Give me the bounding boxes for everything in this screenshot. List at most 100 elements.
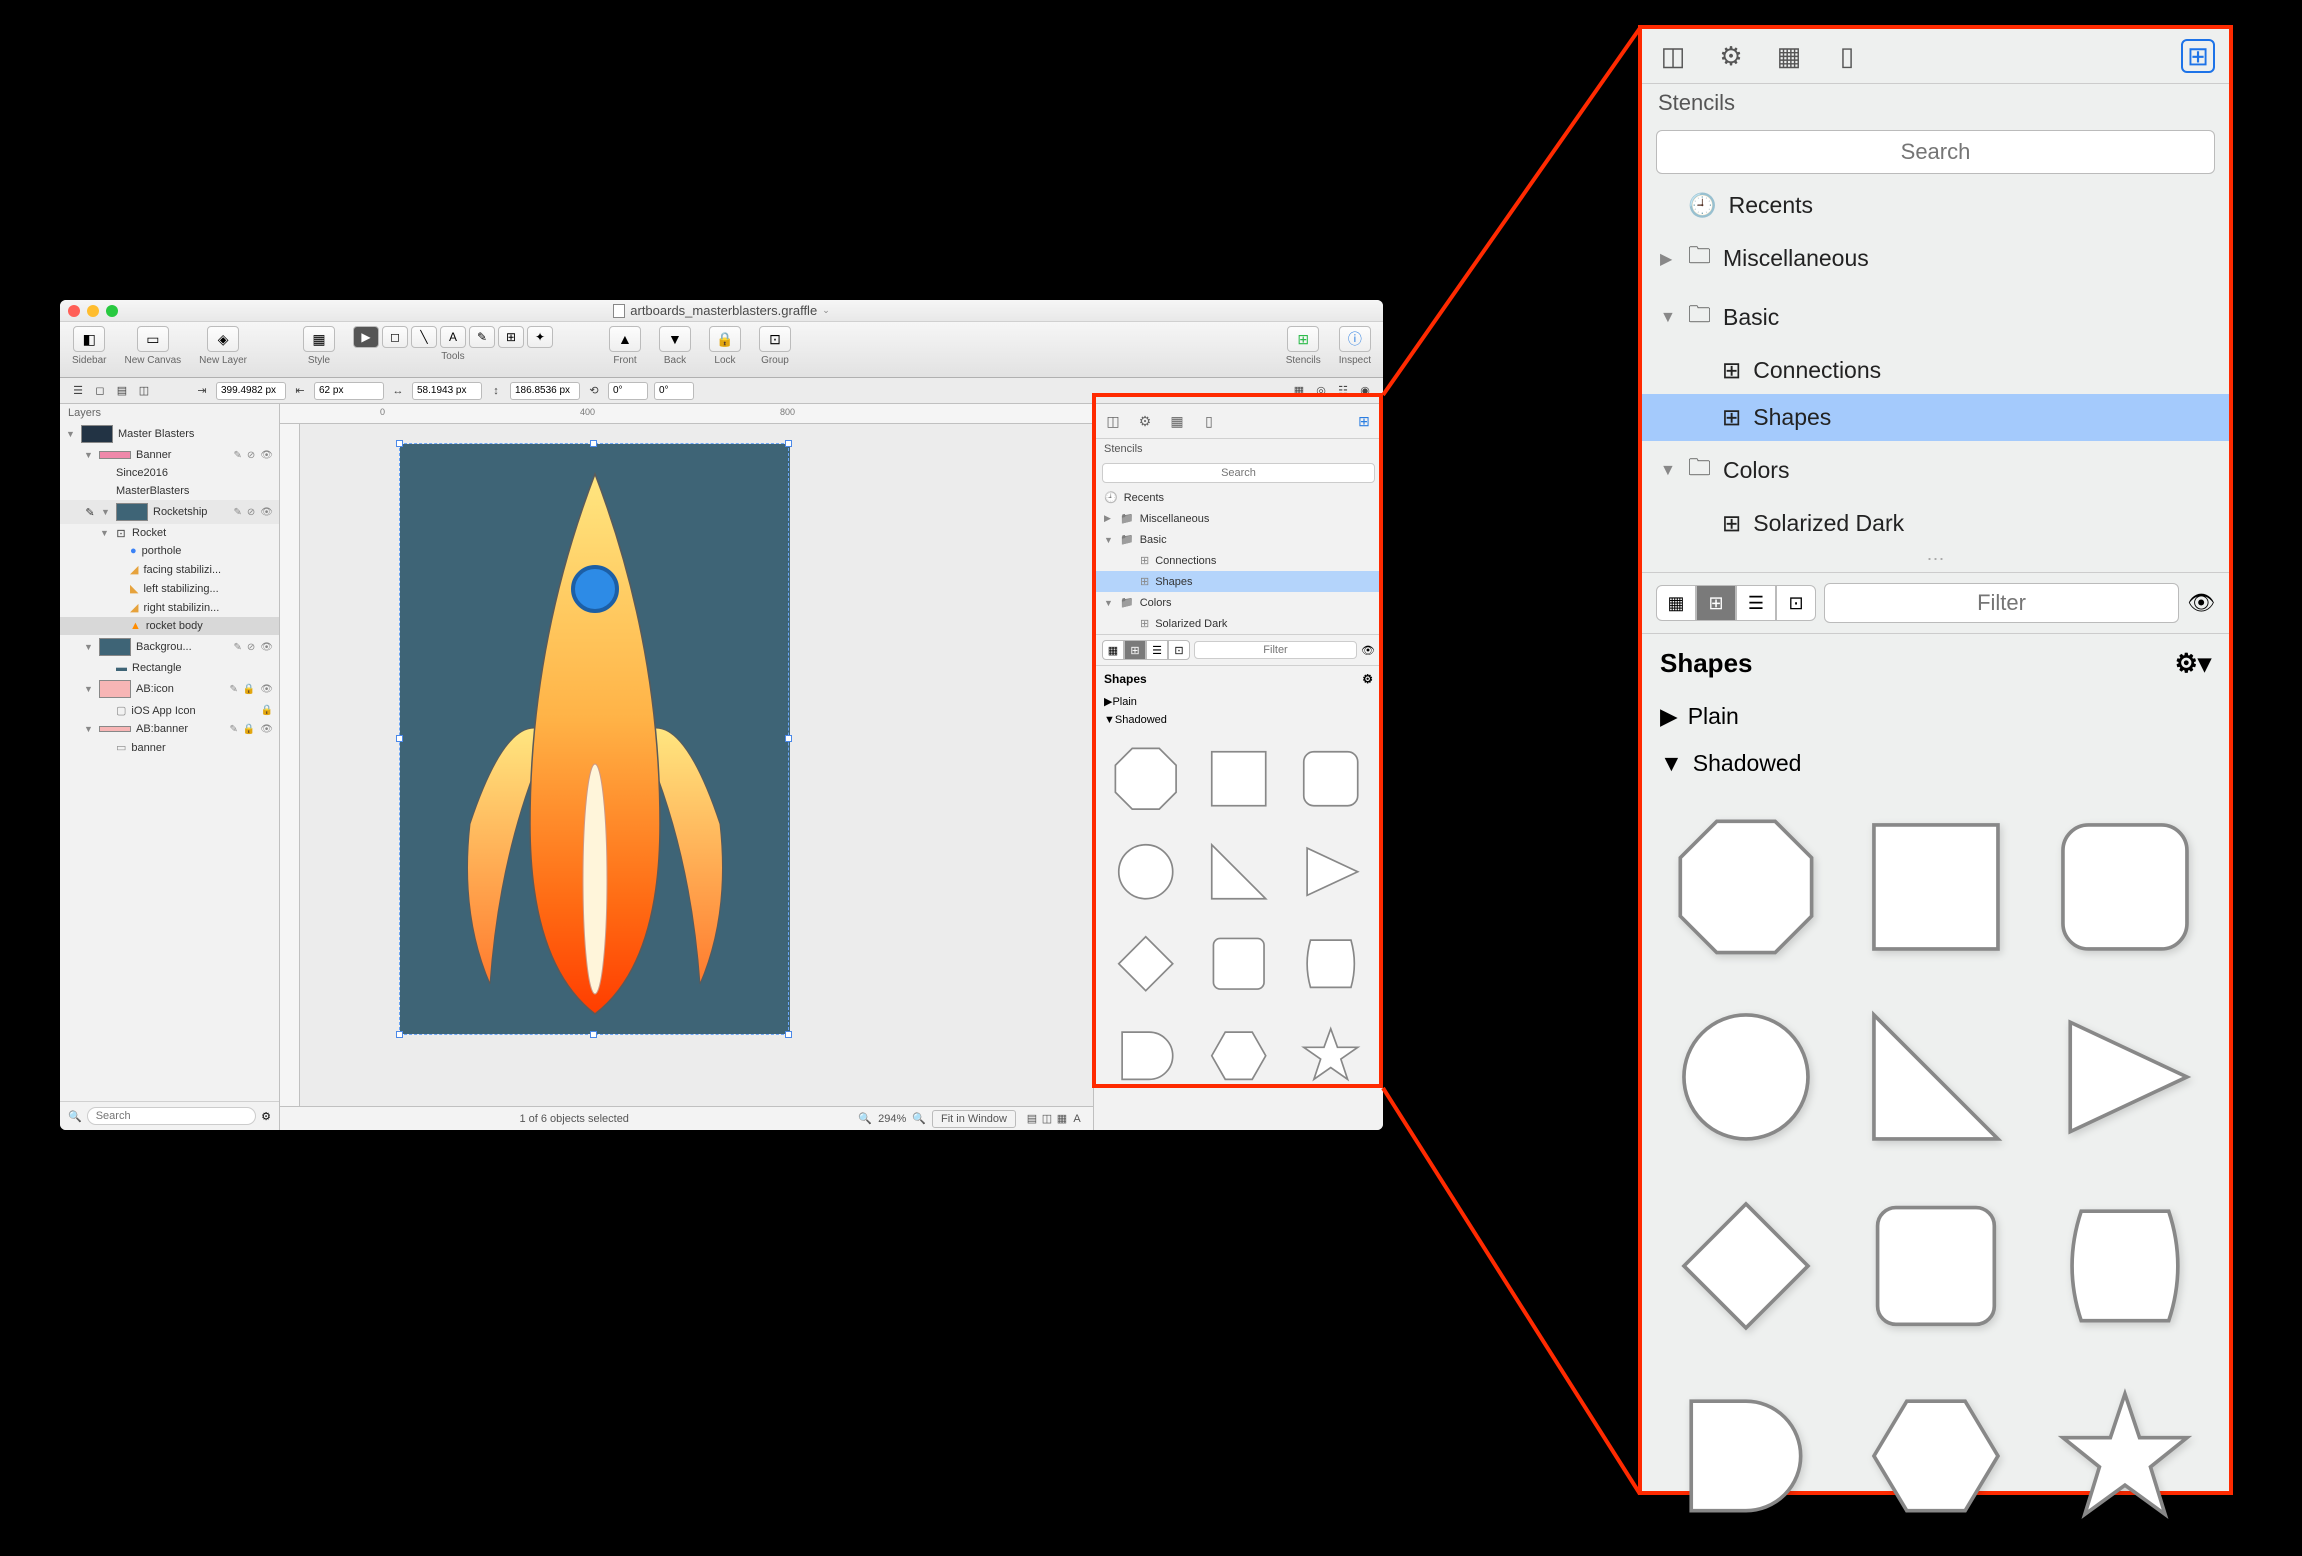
h-input[interactable] [510,382,580,400]
diamond-shape[interactable] [1104,922,1188,1006]
zoom-properties-tab[interactable]: ⚙ [1714,39,1748,73]
front-button[interactable]: ▲ [609,326,641,352]
star-shape[interactable] [1289,1014,1373,1098]
inspect-button[interactable]: ⓘ [1339,326,1371,352]
zoom-out-icon[interactable]: 🔍 [858,1112,872,1125]
object-tab[interactable]: ◫ [1102,410,1124,432]
zoom-triangle-shape[interactable] [2039,991,2211,1163]
shapes-row[interactable]: ⊞Shapes [1094,571,1383,592]
group-button[interactable]: ⊡ [759,326,791,352]
view-mode-2[interactable]: ◫ [1041,1113,1053,1125]
text-tool[interactable]: A [440,326,466,348]
rectangle-row[interactable]: ▬Rectangle [60,659,279,677]
maximize-button[interactable] [106,305,118,317]
right-stab-row[interactable]: ◢right stabilizin... [60,598,279,617]
barrel-shape[interactable] [1289,922,1373,1006]
triangle-shape[interactable] [1289,829,1373,913]
zoom-view-tree[interactable]: ⊡ [1776,585,1816,621]
shadowed-section[interactable]: ▼Shadowed [1094,711,1383,729]
line-tool[interactable]: ╲ [411,326,437,348]
basic-row[interactable]: ▼Basic [1094,529,1383,550]
outline-icon[interactable]: ▤ [114,384,130,397]
canvas-tab[interactable]: ▦ [1166,410,1188,432]
layer-gear-icon[interactable] [261,1110,271,1123]
connections-row[interactable]: ⊞Connections [1094,550,1383,571]
grid-toggle[interactable]: ▦ [1291,384,1307,397]
pen-tool[interactable]: ✎ [469,326,495,348]
ab-banner-row[interactable]: ▼AB:banner✎🔒👁 [60,720,279,738]
snap-toggle[interactable]: ◎ [1313,384,1329,397]
master-blasters-row[interactable]: ▼Master Blasters [60,422,279,446]
zoom-octagon-shape[interactable] [1660,801,1832,973]
ios-icon-row[interactable]: ▢iOS App Icon🔒 [60,701,279,720]
zoom-misc-row[interactable]: ▶🗀Miscellaneous [1642,229,2229,288]
zoom-shapes-row[interactable]: ⊞Shapes [1642,394,2229,441]
banner-row[interactable]: ▼Banner✎⊘👁 [60,446,279,464]
square-shape[interactable] [1196,737,1280,821]
zoom-view-large[interactable]: ▦ [1656,585,1696,621]
zoom-plain-section[interactable]: ▶Plain [1642,693,2229,740]
view-list[interactable]: ☰ [1146,640,1168,660]
zoom-stencils-tab[interactable]: ⊞ [2181,39,2215,73]
layers-icon[interactable]: ☰ [70,384,86,397]
minimize-button[interactable] [87,305,99,317]
porthole-row[interactable]: ●porthole [60,542,279,560]
zoom-roundrect2-shape[interactable] [1850,1180,2022,1352]
rocket-body-row[interactable]: ▲rocket body [60,617,279,635]
zoom-in-icon[interactable]: 🔍 [912,1112,926,1125]
sidebar-toggle-button[interactable]: ◧ [73,326,105,352]
plain-section[interactable]: ▶Plain [1094,692,1383,711]
view-mode-4[interactable]: A [1071,1113,1083,1125]
zoom-connections-row[interactable]: ⊞Connections [1642,347,2229,394]
zoom-document-tab[interactable]: ▯ [1830,39,1864,73]
zoom-solarized-row[interactable]: ⊞Solarized Dark [1642,500,2229,547]
angle-input[interactable] [608,382,648,400]
shape-tool[interactable]: ◻ [382,326,408,348]
zoom-star-shape[interactable] [2039,1370,2211,1542]
zoom-preview-toggle[interactable]: 👁 [2187,590,2215,616]
roundrect2-shape[interactable] [1196,922,1280,1006]
angle2-input[interactable] [654,382,694,400]
banner-item-row[interactable]: ▭banner [60,738,279,757]
zoom-filter-input[interactable] [1824,583,2179,623]
misc-row[interactable]: ▶Miscellaneous [1094,508,1383,529]
zoom-d-shape[interactable] [1660,1370,1832,1542]
rocket-group-row[interactable]: ▼⊡Rocket [60,524,279,542]
zoom-view-list[interactable]: ☰ [1736,585,1776,621]
hexagon-shape[interactable] [1196,1014,1280,1098]
zoom-square-shape[interactable] [1850,801,2022,973]
zoom-barrel-shape[interactable] [2039,1180,2211,1352]
zoom-shadowed-section[interactable]: ▼Shadowed [1642,740,2229,787]
document-tab[interactable]: ▯ [1198,410,1220,432]
recents-row[interactable]: Recents [1094,487,1383,508]
zoom-section-gear-icon[interactable]: ⚙▾ [2175,648,2211,679]
d-shape[interactable] [1104,1014,1188,1098]
stencils-button[interactable]: ⊞ [1287,326,1319,352]
selection-tool[interactable]: ▶ [353,326,379,348]
zoom-stencil-search-input[interactable] [1656,130,2215,174]
stencils-tab[interactable]: ⊞ [1353,410,1375,432]
zoom-canvas-tab[interactable]: ▦ [1772,39,1806,73]
right-triangle-shape[interactable] [1196,829,1280,913]
back-button[interactable]: ▼ [659,326,691,352]
background-row[interactable]: ▼Backgrou...✎⊘👁 [60,635,279,659]
facing-stab-row[interactable]: ◢facing stabilizi... [60,560,279,579]
x-input[interactable] [216,382,286,400]
zoom-colors-row[interactable]: ▼🗀Colors [1642,441,2229,500]
selection-icon[interactable]: ◫ [136,384,152,397]
preview-toggle[interactable]: 👁 [1361,644,1375,657]
view-mode-1[interactable]: ▤ [1026,1113,1038,1125]
zoom-right-triangle-shape[interactable] [1850,991,2022,1163]
filter-input[interactable] [1194,641,1357,659]
new-layer-button[interactable]: ◈ [207,326,239,352]
diagram-tool[interactable]: ⊞ [498,326,524,348]
zoom-basic-row[interactable]: ▼🗀Basic [1642,288,2229,347]
octagon-shape[interactable] [1104,737,1188,821]
new-canvas-button[interactable]: ▭ [137,326,169,352]
y-input[interactable] [314,382,384,400]
rocketship-layer-row[interactable]: ✎▼Rocketship✎⊘👁 [60,500,279,524]
style-button[interactable]: ▦ [303,326,335,352]
section-gear-icon[interactable] [1362,672,1373,686]
roundrect-shape[interactable] [1289,737,1373,821]
circle-shape[interactable] [1104,829,1188,913]
